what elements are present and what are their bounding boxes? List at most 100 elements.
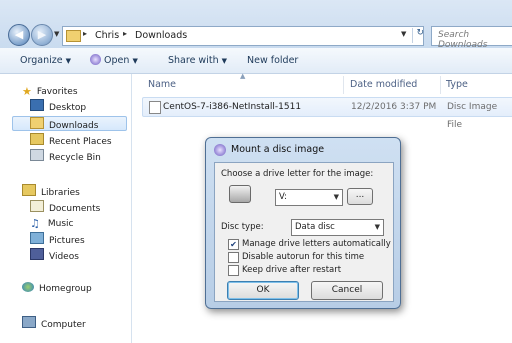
disc-type-label: Disc type: [221,222,264,232]
nav-item-music[interactable]: ♫ Music [30,216,73,231]
breadcrumb-chris[interactable]: Chris [95,30,119,41]
pictures-icon [30,232,44,244]
checkbox[interactable] [228,252,239,263]
disc-image-file-icon [149,101,161,114]
checkbox[interactable] [228,265,239,276]
nav-item-downloads[interactable]: Downloads [12,116,127,131]
file-name: CentOS-7-i386-NetInstall-1511 [163,102,302,112]
disc-type-select[interactable]: Data disc ▼ [291,219,384,236]
nav-item-pictures[interactable]: Pictures [30,232,85,247]
checkbox[interactable]: ✔ [228,239,239,250]
file-date: 12/2/2016 3:37 PM [351,102,437,112]
open-button[interactable]: Open ▼ [90,48,138,73]
ok-label: OK [256,285,270,295]
forward-button[interactable]: ▶ [31,24,53,46]
nav-item-desktop[interactable]: Desktop [30,99,86,114]
file-row[interactable]: CentOS-7-i386-NetInstall-1511 12/2/2016 … [142,97,512,130]
nav-label: Videos [49,252,79,262]
chevron-down-icon: ▼ [221,57,228,65]
breadcrumb-separator-icon: ▸ [83,29,88,38]
address-bar-area: ◀ ▶ ▼ ▸ Chris ▸ Downloads ▼ ↻ Search Dow… [0,0,512,50]
checkbox-label: Keep drive after restart [242,265,342,275]
computer-label: Computer [41,320,86,330]
nav-computer[interactable]: Computer [22,316,86,331]
libraries-header: Libraries [41,188,80,198]
nav-label: Downloads [49,121,99,131]
cancel-button[interactable]: Cancel [311,281,383,300]
recent-pages-chevron-icon[interactable]: ▼ [54,30,59,38]
nav-item-recent-places[interactable]: Recent Places [30,133,112,148]
breadcrumb-downloads[interactable]: Downloads [135,30,187,41]
star-icon: ★ [22,85,32,98]
open-label: Open [104,55,130,66]
checkbox-label: Disable autorun for this time [242,252,365,262]
column-header-type[interactable]: Type [446,74,468,96]
nav-libraries[interactable]: Libraries [22,184,80,199]
share-with-button[interactable]: Share with ▼ [168,48,227,73]
column-header-label: Date modified [350,79,418,90]
mount-disc-image-dialog: Mount a disc image Choose a drive letter… [205,137,401,309]
chevron-down-icon: ▼ [132,57,138,65]
drive-letter-value: V: [279,192,287,202]
homegroup-icon [22,282,34,292]
documents-icon [30,200,44,212]
nav-item-videos[interactable]: Videos [30,248,79,263]
organize-label: Organize [20,55,63,66]
column-header-label: Type [446,79,468,90]
disc-type-value: Data disc [295,222,335,232]
libraries-icon [22,184,36,196]
favorites-header: Favorites [36,87,78,97]
dialog-body: Choose a drive letter for the image: V: … [214,162,394,302]
ok-button[interactable]: OK [227,281,299,300]
drive-letter-prompt: Choose a drive letter for the image: [221,169,374,179]
column-divider[interactable] [440,76,441,94]
new-folder-button[interactable]: New folder [247,48,298,73]
browse-label: ... [355,190,365,200]
column-header-label: Name [148,79,177,90]
downloads-folder-icon [30,117,44,129]
nav-label: Recycle Bin [49,153,101,163]
music-icon: ♫ [30,217,40,230]
share-with-label: Share with [168,55,219,66]
nav-item-documents[interactable]: Documents [30,200,100,215]
disable-autorun-option[interactable]: Disable autorun for this time [228,252,393,263]
manage-drive-letters-option[interactable]: ✔ Manage drive letters automatically [228,239,393,250]
nav-label: Documents [49,204,101,214]
breadcrumb-separator-icon: ▸ [123,29,128,38]
file-type: Disc Image File [447,102,498,130]
new-folder-label: New folder [247,55,299,66]
nav-homegroup[interactable]: Homegroup [22,282,92,297]
address-dropdown-icon[interactable]: ▼ [401,30,406,38]
column-header-date-modified[interactable]: Date modified [350,74,417,96]
recent-places-icon [30,133,44,145]
browse-button[interactable]: ... [347,188,373,205]
search-placeholder: Search Downloads [438,30,488,50]
command-bar: Organize ▼ Open ▼ Share with ▼ New folde… [0,48,512,74]
cancel-label: Cancel [331,285,363,295]
keep-drive-after-restart-option[interactable]: Keep drive after restart [228,265,393,276]
chevron-down-icon: ▼ [374,223,380,231]
column-header-name[interactable]: Name [148,74,176,96]
nav-label: Pictures [49,236,85,246]
drive-letter-select[interactable]: V: ▼ [275,189,343,206]
drive-icon [229,185,251,203]
recycle-bin-icon [30,149,44,161]
back-button[interactable]: ◀ [8,24,30,46]
nav-item-recycle-bin[interactable]: Recycle Bin [30,149,101,164]
homegroup-label: Homegroup [39,284,92,294]
chevron-down-icon: ▼ [333,193,339,201]
organize-button[interactable]: Organize ▼ [20,48,71,73]
folder-icon [66,30,81,42]
refresh-icon[interactable]: ↻ [412,28,424,43]
daemon-tools-icon [214,144,226,156]
nav-favorites[interactable]: ★ Favorites [22,84,78,99]
column-divider[interactable] [343,76,344,94]
dialog-title: Mount a disc image [231,144,325,155]
nav-label: Desktop [49,103,87,113]
daemon-tools-icon [90,54,101,65]
nav-label: Music [47,219,74,229]
sort-ascending-icon: ▲ [240,72,246,80]
desktop-icon [30,99,44,111]
search-input[interactable]: Search Downloads [431,26,512,50]
address-field[interactable]: ▸ Chris ▸ Downloads ▼ ↻ [62,26,424,46]
